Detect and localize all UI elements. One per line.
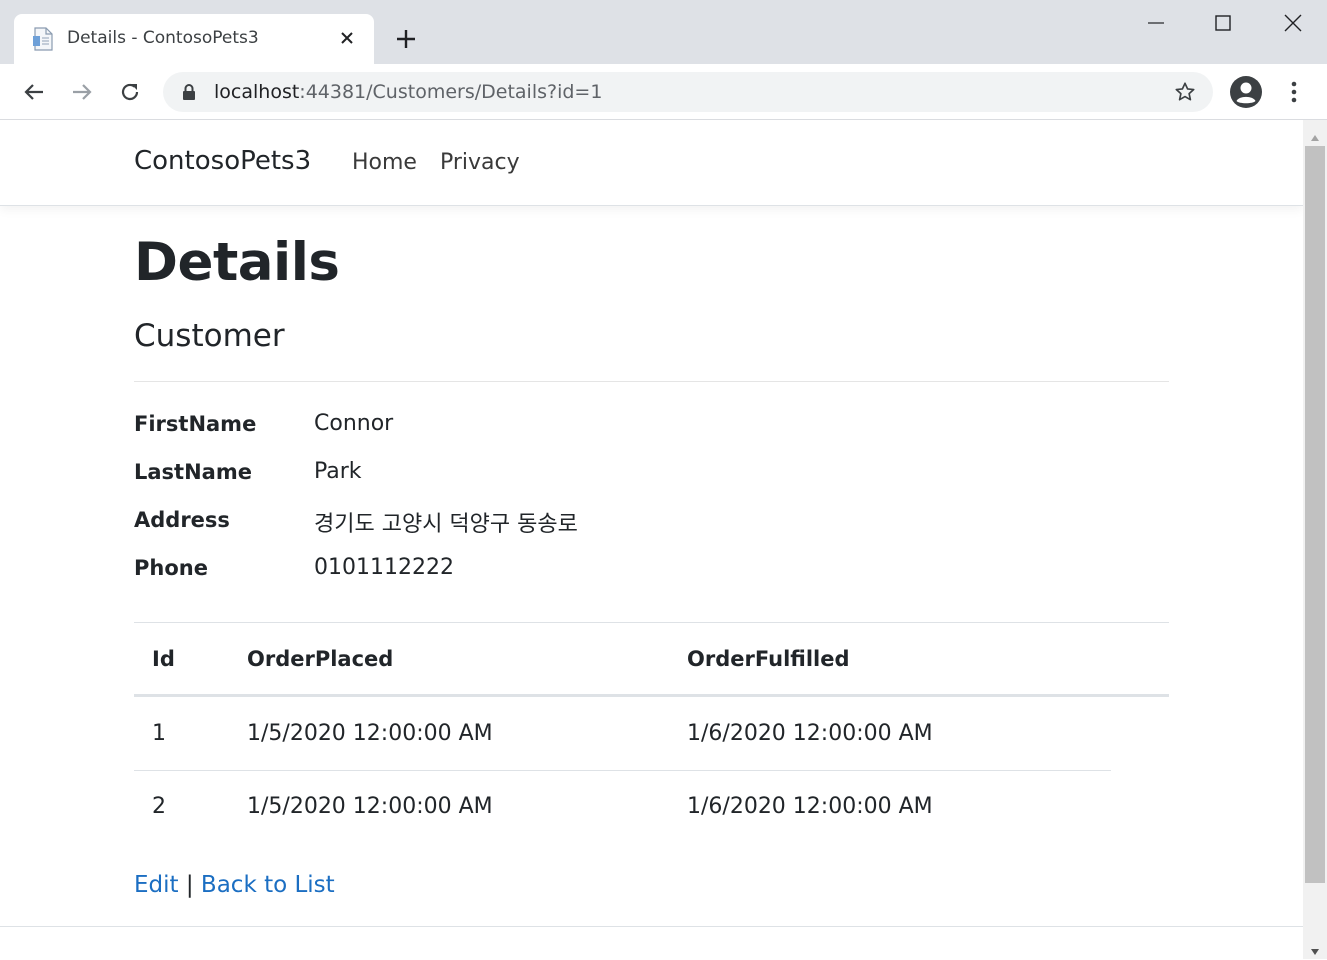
table-top-border: [134, 622, 1169, 623]
profile-icon[interactable]: [1229, 75, 1263, 113]
minimize-icon[interactable]: [1147, 14, 1165, 36]
field-label-address: Address: [134, 508, 230, 532]
field-value-phone: 0101112222: [314, 555, 454, 580]
cell-orderplaced: 1/5/2020 12:00:00 AM: [247, 794, 493, 819]
plus-icon[interactable]: [394, 27, 418, 55]
more-vert-icon[interactable]: [1288, 80, 1300, 108]
cell-orderfulfilled: 1/6/2020 12:00:00 AM: [687, 721, 933, 746]
site-navbar: ContosoPets3 Home Privacy: [0, 120, 1303, 206]
address-bar[interactable]: localhost:44381/Customers/Details?id=1: [163, 72, 1213, 112]
close-icon[interactable]: [339, 30, 355, 50]
browser-toolbar: localhost:44381/Customers/Details?id=1: [0, 64, 1327, 120]
file-icon: [32, 27, 54, 55]
cell-id: 2: [152, 794, 166, 819]
url-host: localhost: [214, 81, 300, 103]
nav-link-privacy[interactable]: Privacy: [440, 150, 520, 175]
page-viewport: ContosoPets3 Home Privacy Details Custom…: [0, 120, 1303, 959]
lock-icon[interactable]: [182, 83, 196, 105]
maximize-icon[interactable]: [1215, 15, 1231, 35]
row-divider: [134, 770, 1111, 771]
url-path: :44381/Customers/Details?id=1: [299, 81, 603, 103]
field-value-firstname: Connor: [314, 411, 394, 436]
navbar-brand[interactable]: ContosoPets3: [134, 146, 311, 176]
page-subtitle: Customer: [134, 318, 285, 354]
reload-icon[interactable]: [118, 80, 142, 108]
nav-link-home[interactable]: Home: [352, 150, 417, 175]
url-text[interactable]: localhost:44381/Customers/Details?id=1: [214, 81, 602, 103]
divider: [134, 381, 1169, 382]
field-label-phone: Phone: [134, 556, 208, 580]
page-title: Details: [134, 232, 340, 293]
action-links: Edit | Back to List: [134, 872, 335, 898]
field-label-firstname: FirstName: [134, 412, 257, 436]
cell-orderfulfilled: 1/6/2020 12:00:00 AM: [687, 794, 933, 819]
star-icon[interactable]: [1174, 81, 1196, 107]
back-to-list-link[interactable]: Back to List: [201, 872, 335, 898]
column-header-orderfulfilled: OrderFulfilled: [687, 647, 850, 671]
field-label-lastname: LastName: [134, 460, 252, 484]
cell-orderplaced: 1/5/2020 12:00:00 AM: [247, 721, 493, 746]
field-value-lastname: Park: [314, 459, 362, 484]
link-separator: |: [185, 872, 194, 898]
back-arrow-icon[interactable]: [22, 80, 46, 108]
footer-border: [0, 926, 1303, 927]
scroll-down-arrow-icon[interactable]: [1310, 941, 1320, 960]
vertical-scrollbar[interactable]: [1303, 120, 1327, 959]
forward-arrow-icon[interactable]: [70, 80, 94, 108]
browser-tab-active[interactable]: Details - ContosoPets3: [14, 14, 374, 64]
column-header-id: Id: [152, 647, 175, 671]
tab-title: Details - ContosoPets3: [67, 28, 259, 48]
scroll-up-arrow-icon[interactable]: [1310, 127, 1320, 146]
column-header-orderplaced: OrderPlaced: [247, 647, 394, 671]
cell-id: 1: [152, 721, 166, 746]
field-value-address: 경기도 고양시 덕양구 동송로: [314, 512, 578, 537]
edit-link[interactable]: Edit: [134, 872, 179, 898]
window-close-icon[interactable]: [1284, 14, 1302, 36]
browser-title-bar: Details - ContosoPets3: [0, 0, 1327, 64]
scrollbar-thumb[interactable]: [1305, 146, 1325, 883]
table-header-border: [134, 694, 1169, 697]
